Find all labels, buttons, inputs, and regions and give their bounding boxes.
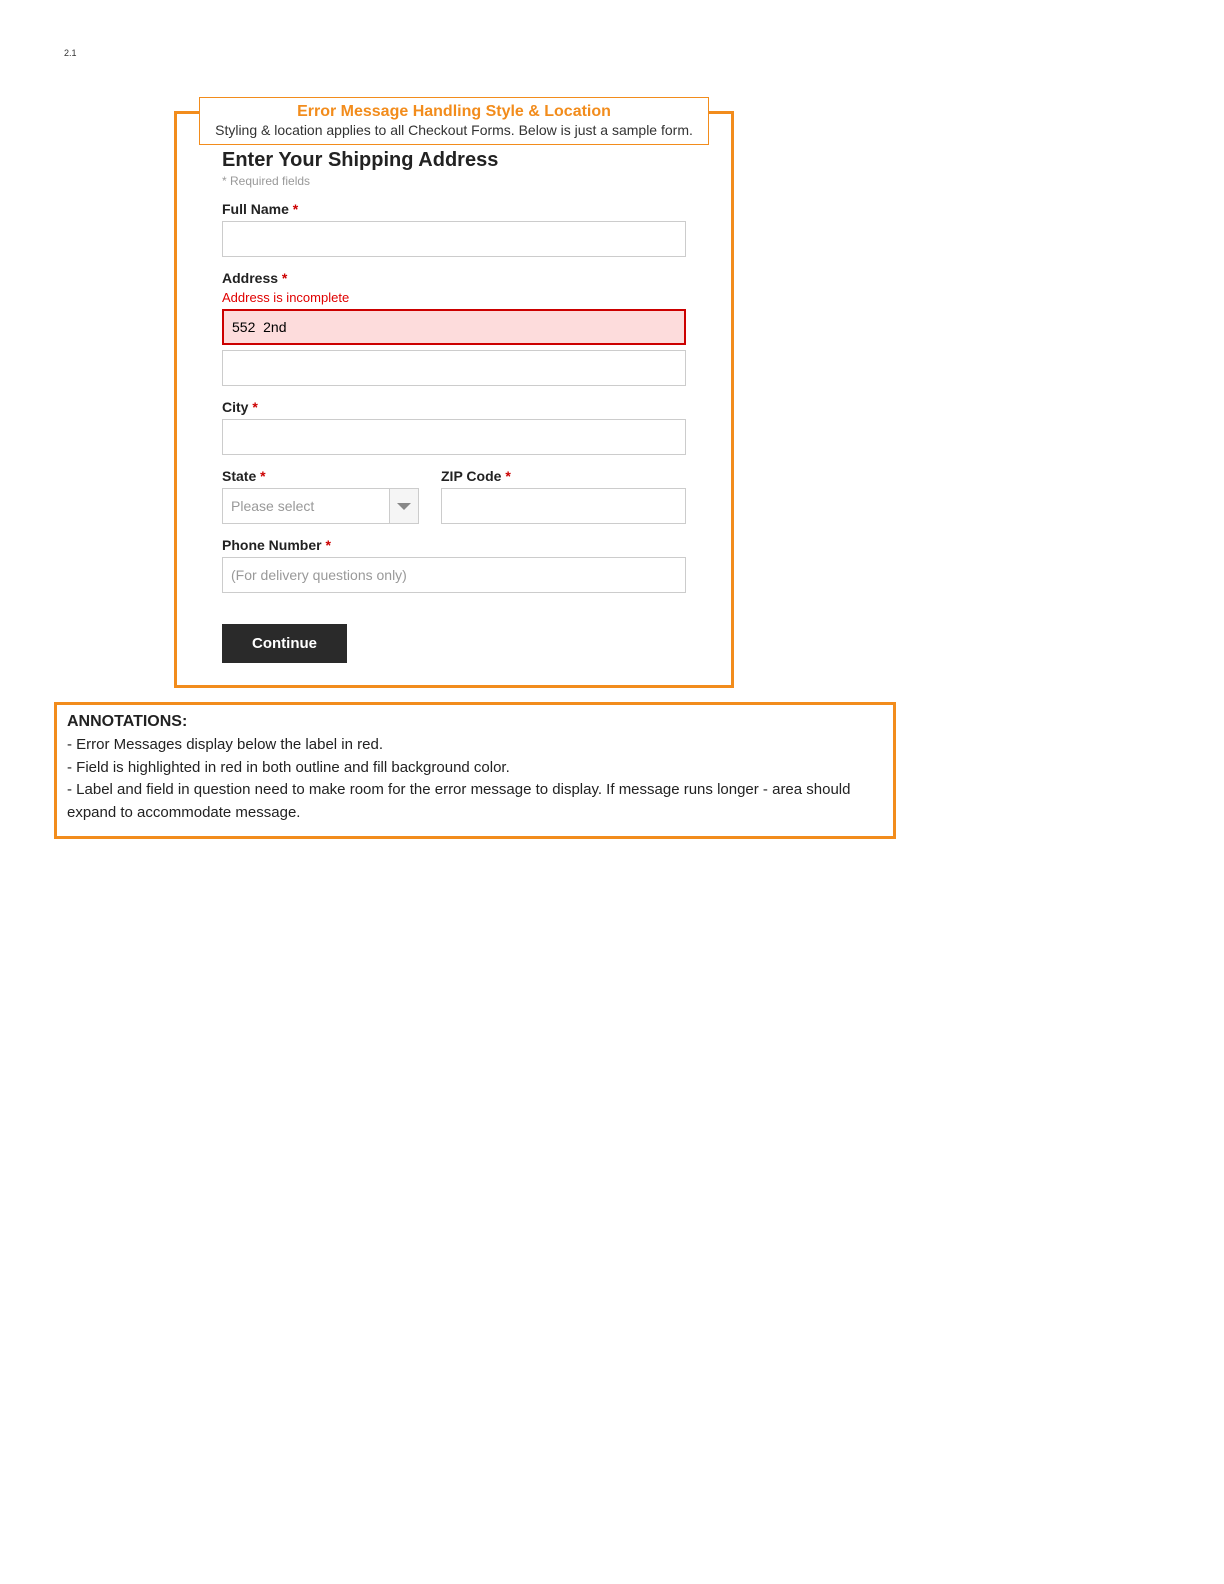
header-subtitle: Styling & location applies to all Checko… xyxy=(208,122,700,138)
header-title: Error Message Handling Style & Location xyxy=(208,103,700,121)
state-group: State * Please select xyxy=(222,468,419,524)
zip-label: ZIP Code * xyxy=(441,468,686,484)
address-group: Address * Address is incomplete xyxy=(222,270,686,386)
form-container: Error Message Handling Style & Location … xyxy=(174,111,734,688)
continue-button[interactable]: Continue xyxy=(222,624,347,663)
shipping-form: Enter Your Shipping Address * Required f… xyxy=(177,114,731,685)
city-input[interactable] xyxy=(222,419,686,455)
required-star: * xyxy=(282,270,287,286)
required-star: * xyxy=(252,399,257,415)
page-number: 2.1 xyxy=(64,48,77,58)
annotations-title: ANNOTATIONS: xyxy=(67,713,883,731)
full-name-group: Full Name * xyxy=(222,201,686,257)
annotation-line: - Field is highlighted in red in both ou… xyxy=(67,757,883,780)
required-star: * xyxy=(325,537,330,553)
phone-group: Phone Number * xyxy=(222,537,686,593)
address-line1-input[interactable] xyxy=(222,309,686,345)
annotation-line: - Error Messages display below the label… xyxy=(67,734,883,757)
required-star: * xyxy=(505,468,510,484)
state-select[interactable]: Please select xyxy=(222,488,419,524)
address-error-message: Address is incomplete xyxy=(222,290,686,305)
zip-group: ZIP Code * xyxy=(441,468,686,524)
header-banner: Error Message Handling Style & Location … xyxy=(199,97,709,145)
required-star: * xyxy=(293,201,298,217)
address-label: Address * xyxy=(222,270,686,286)
phone-label: Phone Number * xyxy=(222,537,686,553)
address-line2-input[interactable] xyxy=(222,350,686,386)
chevron-down-icon xyxy=(389,488,419,524)
city-label: City * xyxy=(222,399,686,415)
state-zip-row: State * Please select ZIP Code * xyxy=(222,468,686,524)
city-group: City * xyxy=(222,399,686,455)
annotations-box: ANNOTATIONS: - Error Messages display be… xyxy=(54,702,896,839)
state-label: State * xyxy=(222,468,419,484)
full-name-label: Full Name * xyxy=(222,201,686,217)
form-title: Enter Your Shipping Address xyxy=(222,149,686,172)
full-name-input[interactable] xyxy=(222,221,686,257)
required-fields-note: * Required fields xyxy=(222,174,686,188)
annotation-line: - Label and field in question need to ma… xyxy=(67,779,883,824)
phone-input[interactable] xyxy=(222,557,686,593)
required-star: * xyxy=(260,468,265,484)
zip-input[interactable] xyxy=(441,488,686,524)
